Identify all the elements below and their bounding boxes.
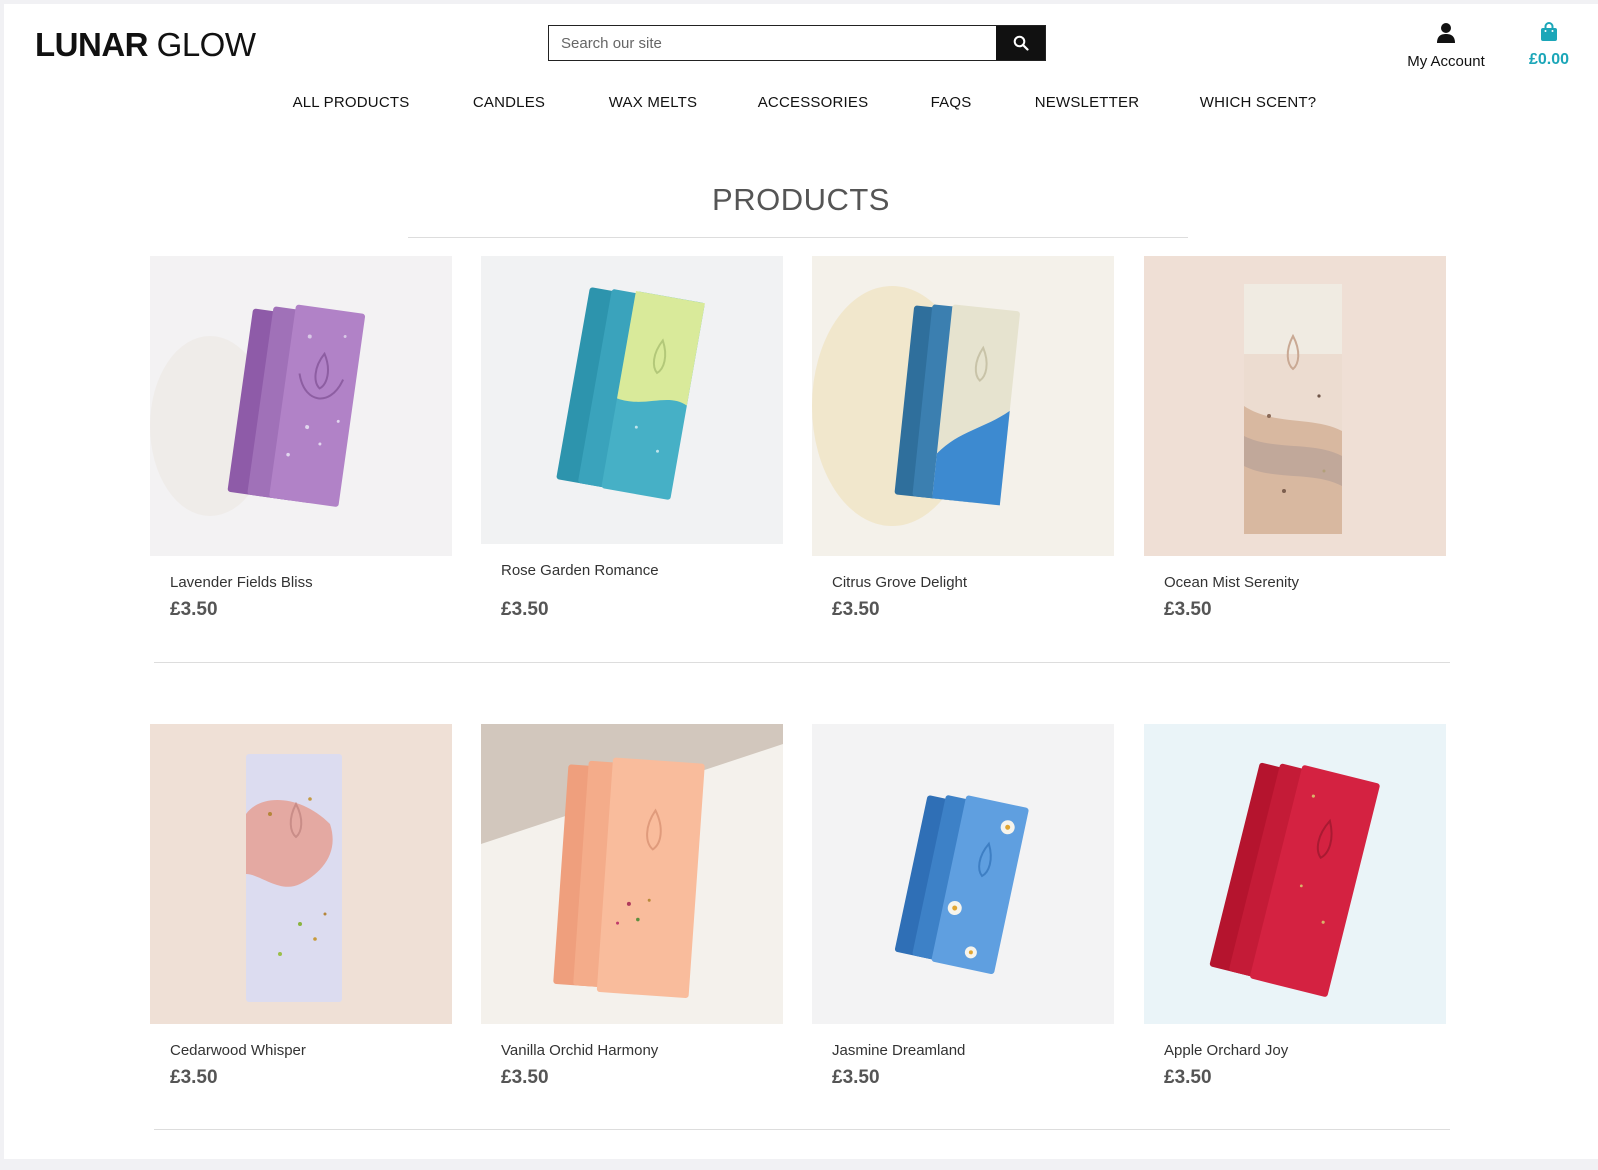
logo-light-text: GLOW bbox=[156, 26, 256, 63]
product-name[interactable]: Jasmine Dreamland bbox=[832, 1042, 965, 1059]
main-nav: ALL PRODUCTS CANDLES WAX MELTS ACCESSORI… bbox=[4, 94, 1598, 118]
search-button[interactable] bbox=[996, 26, 1045, 60]
product-image[interactable] bbox=[812, 724, 1114, 1024]
product-image[interactable] bbox=[1144, 724, 1446, 1024]
product-image[interactable] bbox=[150, 724, 452, 1024]
logo-bold-text: LUNAR bbox=[35, 26, 148, 63]
product-price: £3.50 bbox=[832, 1067, 880, 1088]
page-title: PRODUCTS bbox=[712, 182, 890, 217]
product-name[interactable]: Rose Garden Romance bbox=[501, 562, 659, 579]
product-card-rose-garden[interactable]: Rose Garden Romance £3.50 bbox=[481, 256, 783, 620]
cart-link[interactable]: £0.00 bbox=[1504, 22, 1594, 69]
row-divider bbox=[154, 1129, 1450, 1130]
product-card-citrus-grove[interactable]: Citrus Grove Delight £3.50 bbox=[812, 256, 1114, 620]
product-name[interactable]: Vanilla Orchid Harmony bbox=[501, 1042, 658, 1059]
product-name[interactable]: Apple Orchard Joy bbox=[1164, 1042, 1288, 1059]
search-input[interactable] bbox=[549, 26, 996, 60]
product-card-cedarwood[interactable]: Cedarwood Whisper £3.50 bbox=[150, 724, 452, 1088]
shopping-bag-icon bbox=[1541, 22, 1557, 41]
nav-faqs[interactable]: FAQS bbox=[931, 94, 972, 111]
search-icon bbox=[1013, 35, 1029, 51]
title-divider bbox=[408, 237, 1188, 238]
cart-total: £0.00 bbox=[1528, 51, 1570, 68]
product-card-apple-orchard[interactable]: Apple Orchard Joy £3.50 bbox=[1144, 724, 1446, 1088]
product-price: £3.50 bbox=[501, 1067, 549, 1088]
product-name[interactable]: Cedarwood Whisper bbox=[170, 1042, 306, 1059]
page: LUNAR GLOW My Account £0.00 ALL PRODUCTS bbox=[4, 4, 1598, 1159]
my-account-label: My Account bbox=[1407, 53, 1485, 70]
product-price: £3.50 bbox=[170, 599, 218, 620]
search-bar bbox=[548, 25, 1046, 61]
product-card-lavender[interactable]: Lavender Fields Bliss £3.50 bbox=[150, 256, 452, 620]
nav-candles[interactable]: CANDLES bbox=[473, 94, 545, 111]
product-image[interactable] bbox=[812, 256, 1114, 556]
logo[interactable]: LUNAR GLOW bbox=[35, 26, 256, 64]
product-image[interactable] bbox=[150, 256, 452, 556]
nav-wax-melts[interactable]: WAX MELTS bbox=[609, 94, 697, 111]
product-image[interactable] bbox=[481, 724, 783, 1024]
product-name[interactable]: Lavender Fields Bliss bbox=[170, 574, 313, 591]
row-divider bbox=[154, 662, 1450, 663]
product-price: £3.50 bbox=[170, 1067, 218, 1088]
nav-all-products[interactable]: ALL PRODUCTS bbox=[293, 94, 410, 111]
product-price: £3.50 bbox=[832, 599, 880, 620]
user-icon bbox=[1437, 23, 1455, 43]
my-account-link[interactable]: My Account bbox=[1386, 22, 1506, 70]
product-card-vanilla-orchid[interactable]: Vanilla Orchid Harmony £3.50 bbox=[481, 724, 783, 1088]
product-name[interactable]: Ocean Mist Serenity bbox=[1164, 574, 1299, 591]
nav-newsletter[interactable]: NEWSLETTER bbox=[1035, 94, 1140, 111]
nav-accessories[interactable]: ACCESSORIES bbox=[758, 94, 869, 111]
nav-which-scent[interactable]: WHICH SCENT? bbox=[1200, 94, 1317, 111]
product-name[interactable]: Citrus Grove Delight bbox=[832, 574, 967, 591]
product-price: £3.50 bbox=[501, 599, 549, 620]
product-image[interactable] bbox=[481, 256, 783, 544]
product-image[interactable] bbox=[1144, 256, 1446, 556]
product-price: £3.50 bbox=[1164, 1067, 1212, 1088]
product-price: £3.50 bbox=[1164, 599, 1212, 620]
product-card-ocean-mist[interactable]: Ocean Mist Serenity £3.50 bbox=[1144, 256, 1446, 620]
product-card-jasmine[interactable]: Jasmine Dreamland £3.50 bbox=[812, 724, 1114, 1088]
